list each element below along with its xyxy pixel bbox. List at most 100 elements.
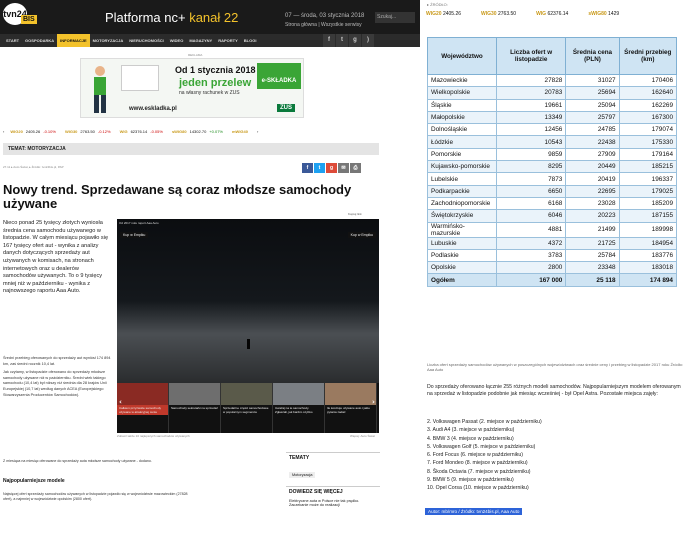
table-cell: Zachodniopomorskie	[427, 196, 497, 211]
gallery-thumb[interactable]: Całkiem przyzwoite samochody używane w a…	[117, 383, 169, 433]
promo-a: Platforma nc+	[105, 10, 186, 25]
nav-item-nieruchomosci[interactable]: NIERUCHOMOŚCI	[126, 34, 166, 47]
table-cell: 183018	[618, 261, 678, 275]
nav-item-start[interactable]: START	[3, 34, 22, 47]
zus-logo: ZUS	[277, 104, 295, 112]
ticker-item[interactable]: WIG20 2405.26 -0.10%	[10, 129, 56, 134]
nav-item-magazyny[interactable]: MAGAZYNY	[186, 34, 215, 47]
table-cell: 24785	[565, 123, 620, 137]
table-row: Kujawsko-pomorskie 8295 20449 185215	[427, 160, 678, 174]
table-cell: 7873	[495, 172, 567, 186]
models-paragraph: Do sprzedaży oferowano łącznie 255 różny…	[427, 384, 681, 397]
share-label[interactable]: Kopiuj link	[348, 212, 362, 216]
ad-line1: Od 1 stycznia 2018 r.	[175, 65, 264, 75]
ad-line3: na własny rachunek w ZUS	[179, 90, 240, 96]
ad-banner[interactable]: Od 1 stycznia 2018 r. jeden przelew na w…	[80, 58, 304, 118]
table-cell: 179025	[618, 184, 678, 198]
ticker-item[interactable]: sWIG80 14302.70 +0.07%	[172, 129, 223, 134]
topics-heading: TEMATY	[286, 452, 380, 463]
search-input[interactable]: Szukaj...	[375, 12, 415, 23]
nav-item-informacje[interactable]: INFORMACJE	[57, 34, 90, 47]
photo-credit-right: Więcej: Auto Świat	[350, 434, 375, 438]
table-cell: Warmińsko-mazurskie	[427, 221, 497, 238]
print-icon[interactable]: ⎙	[350, 163, 361, 173]
ticker-item[interactable]: WIG30 2763.50	[481, 11, 526, 21]
data-table-panel: ▸ ŹRÓDŁO: WIG20 2405.26 WIG30 2763.50 WI…	[420, 0, 698, 538]
table-cell: 185209	[618, 196, 678, 211]
table-cell: Mazowieckie	[427, 73, 497, 88]
table-row: Dolnośląskie 12456 24785 179074	[427, 123, 678, 137]
nav-item-gospodarka[interactable]: GOSPODARKA	[22, 34, 57, 47]
promo-link[interactable]: Platforma nc+ kanał 22	[105, 10, 238, 25]
table-cell: 175330	[618, 135, 678, 149]
body-paragraph: Jak czytamy, w listopadzie oferowano do …	[3, 370, 107, 397]
tvn24-logo[interactable]: tvn24 BIS	[3, 3, 37, 31]
ticker-item[interactable]: WIG30 2763.50 -0.12%	[65, 129, 111, 134]
table-cell: 184954	[618, 236, 678, 250]
stock-ticker: ‹ WIG20 2405.26 -0.10% WIG30 2763.50 -0.…	[0, 126, 420, 136]
table-cell: 162640	[618, 86, 678, 100]
table-cell: 189998	[618, 221, 678, 238]
ticker-item[interactable]: mWIG40	[232, 129, 248, 134]
table-cell: Małopolskie	[427, 110, 497, 125]
facebook-icon[interactable]: f	[323, 34, 335, 47]
table-cell: 167300	[618, 110, 678, 125]
gallery-right-arrow-icon[interactable]: ›	[372, 398, 375, 406]
twitter-icon[interactable]: t	[336, 34, 348, 47]
table-cell: Opolskie	[427, 261, 497, 275]
rss-icon[interactable]: )	[362, 34, 374, 47]
table-cell: 179074	[618, 123, 678, 137]
ticker-next-icon[interactable]: ›	[257, 129, 258, 134]
nav-item-wideo[interactable]: WIDEO	[167, 34, 187, 47]
table-cell: 25797	[565, 110, 620, 125]
table-cell: 162269	[618, 98, 678, 112]
ticker-item[interactable]: WIG20 2405.26	[426, 11, 471, 21]
facebook-share-icon[interactable]: f	[302, 163, 313, 173]
email-icon[interactable]: ✉	[338, 163, 349, 173]
article-headline: Nowy trend. Sprzedawane są coraz młodsze…	[3, 182, 352, 211]
top-links[interactable]: Strona główna | Wszystkie serwisy	[285, 22, 362, 28]
gallery-thumbs: Całkiem przyzwoite samochody używane w a…	[117, 383, 379, 433]
ticker-item[interactable]: WIG 62376.14	[536, 11, 578, 21]
google-share-icon[interactable]: g	[326, 163, 337, 173]
google-plus-icon[interactable]: g	[349, 34, 361, 47]
ticker-prev-icon[interactable]: ‹	[3, 129, 4, 134]
gallery-thumb[interactable]: Uważaj na te samochody. Zgłaszali, jak b…	[273, 383, 325, 433]
ad-line2: jeden przelew	[179, 77, 252, 89]
ticker-item[interactable]: WIG 62376.14 -0.05%	[120, 129, 163, 134]
gallery-thumb[interactable]: Ile kosztuje używane auto i jakie pytani…	[325, 383, 377, 433]
nav-item-blogi[interactable]: BLOGI	[241, 34, 260, 47]
list-item: 10. Opel Corsa (10. miejsce w październi…	[427, 485, 529, 492]
nav-item-raporty[interactable]: RAPORTY	[215, 34, 241, 47]
twitter-share-icon[interactable]: t	[314, 163, 325, 173]
ad-label: REKLAMA	[188, 53, 203, 57]
source-label: ▸ ŹRÓDŁO:	[427, 2, 448, 7]
ticker-item[interactable]: sWIG80 1429	[588, 11, 629, 21]
article-photo[interactable]: Od 2017 roku raport Aaa Auto Kup w Empik…	[117, 219, 379, 383]
gallery-thumb[interactable]: Sprzedażne części samochodowe w popularn…	[221, 383, 273, 433]
article-subheading: Najpopularniejsze modele	[3, 478, 65, 484]
table-cell: 4372	[495, 236, 567, 250]
more-link[interactable]: Elektryczne auta w Polsce nie tak prędko…	[286, 497, 380, 509]
list-item: 6. Ford Focus (6. miejsce w październiku…	[427, 452, 524, 459]
table-cell: 20419	[565, 172, 620, 186]
table-row: Małopolskie 13349 25797 167300	[427, 110, 678, 125]
table-cell: 21725	[565, 236, 620, 250]
share-bar: f t g ✉ ⎙	[302, 163, 361, 173]
table-cell: 27828	[495, 73, 567, 88]
table-row: Mazowieckie 27828 31027 170406	[427, 73, 678, 88]
table-cell: 20449	[565, 160, 620, 174]
table-cell: 31027	[565, 73, 620, 88]
table-cell: 187155	[618, 209, 678, 223]
gallery-left-arrow-icon[interactable]: ‹	[119, 398, 122, 406]
nav-item-motoryzacja[interactable]: MOTORYZACJA	[90, 34, 127, 47]
table-cell: 179164	[618, 147, 678, 162]
gallery-thumb[interactable]: Samochody sekretarki na sprzedaż	[169, 383, 221, 433]
body-paragraph: Najwięcej ofert sprzedaży samochodów uży…	[3, 492, 188, 502]
table-cell: Podkarpackie	[427, 184, 497, 198]
topic-tag[interactable]: Motoryzacja	[289, 472, 316, 478]
table-cell: 19661	[495, 98, 567, 112]
eskladka-logo: e-SKŁADKA	[257, 63, 301, 89]
photo-next-button[interactable]: Kup w Empiku	[347, 232, 376, 238]
photo-prev-button[interactable]: Kup w Empiku	[120, 232, 149, 238]
